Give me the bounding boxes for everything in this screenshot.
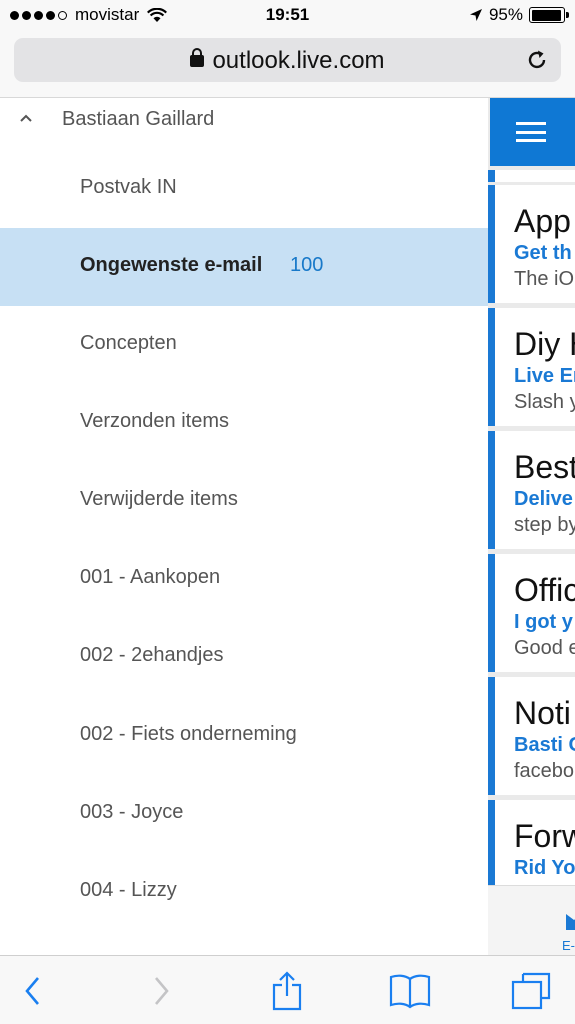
battery-percent: 95% <box>488 5 523 24</box>
message-sender: App <box>514 203 571 239</box>
outlook-header <box>490 98 575 166</box>
status-right: 95% <box>469 5 569 25</box>
message-item[interactable]: Offic I got y Good e <box>488 554 575 672</box>
message-item[interactable]: Diy H Live Er Slash y <box>488 308 575 426</box>
hamburger-menu-icon[interactable] <box>516 122 546 142</box>
lock-icon <box>190 48 205 67</box>
url-display[interactable]: outlook.live.com <box>14 47 561 75</box>
back-button[interactable] <box>0 956 73 1024</box>
tabs-icon <box>511 972 551 1009</box>
share-icon <box>272 970 302 1010</box>
folder-label: 002 - 2ehandjes <box>80 644 224 666</box>
message-sender: Noti <box>514 695 571 731</box>
message-sender: Diy H <box>514 326 575 362</box>
folder-label: Verwijderde items <box>80 488 238 510</box>
chevron-left-icon <box>25 976 39 1005</box>
share-button[interactable] <box>247 956 327 1024</box>
message-subject: Rid Yo <box>514 857 575 879</box>
location-arrow-icon <box>469 9 482 21</box>
folder-item[interactable]: 002 - 2ehandjes <box>0 618 488 696</box>
folder-label: Concepten <box>80 332 177 354</box>
tabs-button[interactable] <box>491 956 571 1024</box>
message-subject: I got y <box>514 611 573 633</box>
message-preview: facebo <box>514 760 575 782</box>
folder-item[interactable]: 004 - Lizzy <box>0 853 488 931</box>
message-subject: Basti G <box>514 734 575 756</box>
message-item[interactable]: Noti Basti G facebo <box>488 677 575 795</box>
message-subject: Live Er <box>514 365 575 387</box>
folder-item[interactable]: Postvak IN <box>0 150 488 228</box>
message-preview: Slash y <box>514 391 575 413</box>
chevron-up-icon[interactable] <box>18 112 34 124</box>
message-list-pane: App Get th The iO Diy H Live Er Slash y … <box>488 98 575 955</box>
message-subject: Get th <box>514 242 572 264</box>
folder-item[interactable]: 001 - Aankopen <box>0 540 488 618</box>
bookmarks-button[interactable] <box>370 956 450 1024</box>
folder-label: Verzonden items <box>80 410 229 432</box>
folder-item[interactable]: Verzonden items <box>0 384 488 462</box>
message-preview: Good e <box>514 637 575 659</box>
message-item[interactable]: Best Delive step by <box>488 431 575 549</box>
address-bar[interactable]: outlook.live.com <box>14 38 561 82</box>
mail-tab-label: E- <box>562 938 575 953</box>
browser-chrome: outlook.live.com <box>0 32 575 98</box>
message-preview: step by <box>514 514 575 536</box>
message-sender: Offic <box>514 572 575 608</box>
forward-button[interactable] <box>121 956 201 1024</box>
message-preview: The iO <box>514 268 575 290</box>
folder-item[interactable]: 003 - Joyce <box>0 775 488 853</box>
folder-label: Ongewenste e-mail <box>80 254 263 276</box>
message-sender: Forw <box>514 818 575 854</box>
folder-label: 002 - Fiets onderneming <box>80 723 297 745</box>
unread-count: 100 <box>290 254 324 276</box>
message-sender: Best <box>514 449 575 485</box>
message-item[interactable]: Forw Rid Yo <box>488 800 575 885</box>
list-edge <box>488 170 575 182</box>
folder-label: Postvak IN <box>80 176 177 198</box>
folder-label: 003 - Joyce <box>80 801 184 823</box>
folder-label: 001 - Aankopen <box>80 566 221 588</box>
url-text: outlook.live.com <box>212 47 385 74</box>
folder-item[interactable]: Verwijderde items <box>0 462 488 540</box>
chevron-right-icon <box>155 976 169 1005</box>
mail-tab[interactable]: E- <box>488 885 575 955</box>
folder-item-selected[interactable]: Ongewenste e-mail 100 <box>0 228 488 306</box>
account-name: Bastiaan Gaillard <box>62 108 215 130</box>
reload-icon[interactable] <box>525 48 549 72</box>
battery-icon <box>529 7 569 23</box>
folder-label: 004 - Lizzy <box>80 879 177 901</box>
folder-item[interactable]: 002 - Fiets onderneming <box>0 697 488 775</box>
message-item[interactable]: App Get th The iO <box>488 185 575 303</box>
book-icon <box>389 974 431 1008</box>
message-subject: Delive <box>514 488 573 510</box>
battery-level <box>531 9 561 21</box>
folder-item[interactable]: Concepten <box>0 306 488 384</box>
status-bar: movistar 19:51 95% <box>0 0 575 32</box>
folder-pane: Bastiaan Gaillard Postvak IN Ongewenste … <box>0 98 488 955</box>
account-header[interactable]: Bastiaan Gaillard <box>0 98 488 142</box>
mail-icon <box>566 914 575 930</box>
safari-toolbar <box>0 955 575 1024</box>
